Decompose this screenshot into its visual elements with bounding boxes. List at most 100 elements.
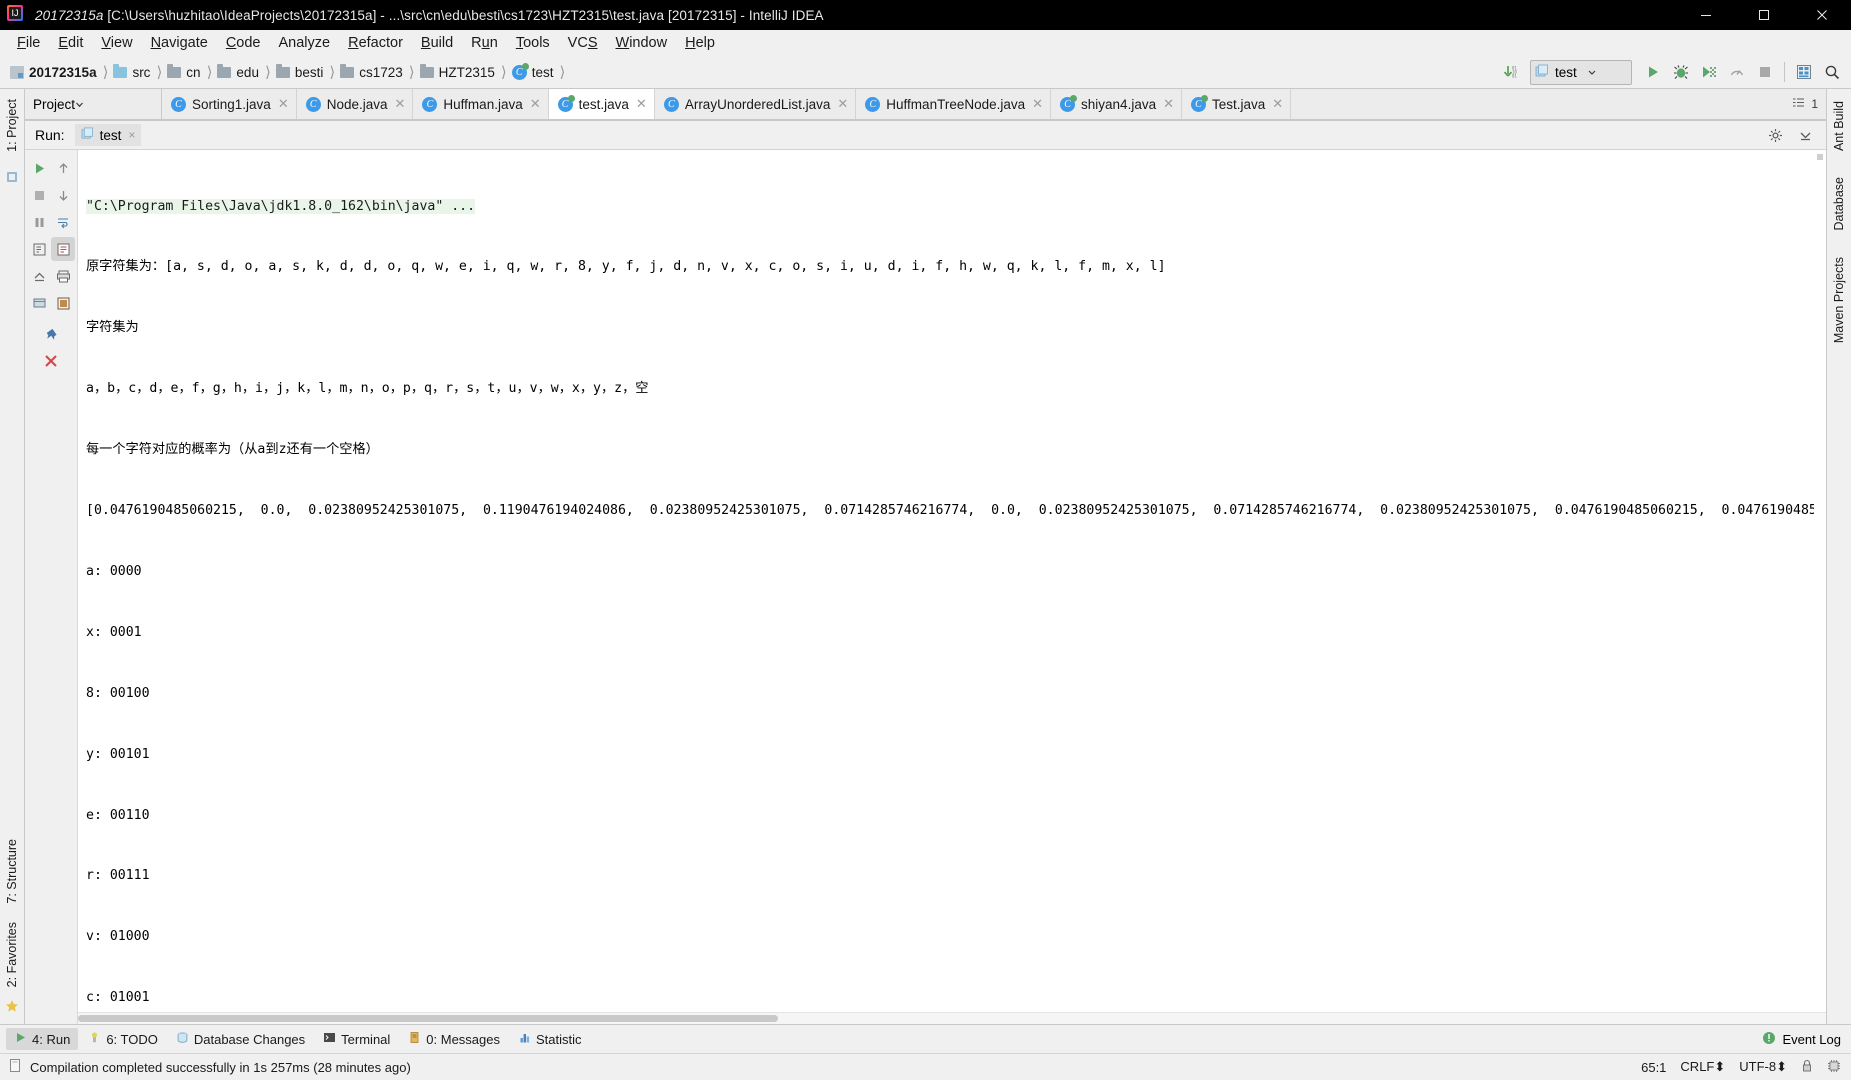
bottom-tab-database-changes[interactable]: Database Changes	[168, 1028, 313, 1050]
line-separator[interactable]: CRLF⬍	[1680, 1059, 1725, 1075]
scrollbar-thumb[interactable]	[78, 1015, 778, 1022]
breadcrumb-item-module[interactable]: 20172315a	[8, 65, 99, 80]
layout-icon[interactable]	[1791, 59, 1817, 85]
menu-edit[interactable]: Edit	[49, 32, 92, 54]
console-horizontal-scrollbar[interactable]	[78, 1012, 1826, 1024]
bottom-tab-terminal[interactable]: Terminal	[315, 1028, 398, 1050]
menu-run[interactable]: Run	[462, 32, 507, 54]
java-class-icon: C	[557, 94, 575, 112]
close-icon[interactable]: ✕	[278, 96, 289, 112]
close-icon[interactable]: ✕	[1272, 96, 1283, 112]
event-log-label[interactable]: Event Log	[1782, 1032, 1841, 1047]
project-tool-window-tab[interactable]: Project	[25, 89, 162, 119]
close-icon[interactable]: ✕	[395, 96, 406, 112]
tab-huffmantreenode-java[interactable]: C HuffmanTreeNode.java ✕	[856, 89, 1052, 119]
maximize-button[interactable]	[1735, 0, 1793, 30]
scroll-to-end-icon[interactable]	[27, 237, 51, 261]
run-with-coverage-icon[interactable]	[1696, 59, 1722, 85]
sidebar-item-favorites[interactable]: 2: Favorites	[2, 916, 22, 993]
run-icon[interactable]	[1640, 59, 1666, 85]
chevron-down-icon[interactable]	[75, 97, 84, 112]
update-project-icon[interactable]: 01 10 01	[1498, 59, 1524, 85]
close-icon[interactable]: ✕	[636, 96, 647, 112]
run-configuration-selector[interactable]: test	[1530, 59, 1632, 85]
run-config-icon	[81, 127, 94, 143]
console-output[interactable]: "C:\Program Files\Java\jdk1.8.0_162\bin\…	[78, 150, 1826, 1024]
status-indicator-icon[interactable]	[8, 1058, 22, 1076]
menu-file[interactable]: File	[8, 32, 49, 54]
print-console-icon[interactable]	[51, 237, 75, 261]
close-icon[interactable]: ✕	[530, 96, 541, 112]
sidebar-item-maven-projects[interactable]: Maven Projects	[1829, 251, 1849, 349]
tab-test-capital-java[interactable]: C Test.java ✕	[1182, 89, 1292, 119]
print-icon[interactable]	[51, 264, 75, 288]
sidebar-item-database[interactable]: Database	[1829, 171, 1849, 237]
favorites-star-icon[interactable]	[5, 170, 19, 187]
close-icon[interactable]: ×	[128, 128, 135, 142]
memory-indicator-icon[interactable]	[1827, 1059, 1841, 1076]
chevron-down-icon[interactable]	[1587, 65, 1597, 80]
clear-all-icon[interactable]	[39, 349, 63, 373]
gear-icon[interactable]	[1762, 122, 1788, 148]
sidebar-item-structure[interactable]: 7: Structure	[2, 833, 22, 910]
scroll-up-icon[interactable]	[51, 156, 75, 180]
left-strip-top: 1: Project	[2, 93, 22, 187]
folder-icon	[217, 63, 232, 78]
scroll-down-icon[interactable]	[51, 183, 75, 207]
tab-arrayunorderedlist-java[interactable]: C ArrayUnorderedList.java ✕	[654, 89, 857, 119]
tab-sorting1-java[interactable]: C Sorting1.java ✕	[162, 89, 297, 119]
breadcrumb-item-besti[interactable]: besti	[274, 63, 326, 80]
dump-threads-icon[interactable]	[27, 291, 51, 315]
menu-code[interactable]: Code	[217, 32, 270, 54]
read-only-lock-icon[interactable]	[1801, 1059, 1813, 1076]
menu-build[interactable]: Build	[412, 32, 462, 54]
sidebar-item-project[interactable]: 1: Project	[2, 93, 22, 158]
todo-icon	[88, 1031, 101, 1047]
menu-help[interactable]: Help	[676, 32, 724, 54]
toggle-icon[interactable]	[51, 291, 75, 315]
bottom-tab-statistic[interactable]: Statistic	[510, 1028, 590, 1050]
caret-position[interactable]: 65:1	[1641, 1060, 1666, 1075]
close-icon[interactable]: ✕	[1163, 96, 1174, 112]
file-encoding[interactable]: UTF-8⬍	[1739, 1059, 1787, 1075]
pin-icon[interactable]	[39, 322, 63, 346]
breadcrumb-item-cn[interactable]: cn	[165, 63, 202, 80]
debug-icon[interactable]	[1668, 59, 1694, 85]
tab-shiyan4-java[interactable]: C shiyan4.java ✕	[1051, 89, 1182, 119]
tab-huffman-java[interactable]: C Huffman.java ✕	[413, 89, 549, 119]
bottom-tab-run[interactable]: 4: Run	[6, 1028, 79, 1050]
favorites-bottom-star-icon[interactable]	[5, 999, 19, 1016]
minimize-button[interactable]	[1677, 0, 1735, 30]
hide-window-icon[interactable]	[1792, 122, 1818, 148]
menu-refactor[interactable]: Refactor	[339, 32, 412, 54]
close-icon[interactable]: ✕	[837, 96, 848, 112]
menu-tools[interactable]: Tools	[507, 32, 559, 54]
menu-view[interactable]: View	[92, 32, 141, 54]
tab-list-icon[interactable]	[1792, 96, 1808, 112]
breadcrumb-item-cs1723[interactable]: cs1723	[338, 63, 405, 80]
breadcrumb-item-src[interactable]: src	[111, 63, 152, 80]
rerun-icon[interactable]	[27, 156, 51, 180]
console-vertical-scrollbar[interactable]	[1814, 150, 1826, 1013]
bottom-tab-messages[interactable]: 0: Messages	[400, 1028, 508, 1050]
menu-analyze[interactable]: Analyze	[270, 32, 340, 54]
breadcrumb-item-hzt2315[interactable]: HZT2315	[418, 63, 497, 80]
menu-navigate[interactable]: Navigate	[142, 32, 217, 54]
run-window-title: Run:	[35, 127, 65, 143]
main-toolbar-actions: 01 10 01 test	[1498, 59, 1851, 85]
soft-wrap-icon[interactable]	[51, 210, 75, 234]
search-everywhere-icon[interactable]	[1819, 59, 1845, 85]
up-stack-icon[interactable]	[27, 264, 51, 288]
tab-label: ArrayUnorderedList.java	[684, 96, 831, 112]
tab-node-java[interactable]: C Node.java ✕	[296, 89, 414, 119]
bottom-tab-todo[interactable]: 6: TODO	[80, 1028, 166, 1050]
breadcrumb-item-test-class[interactable]: C test	[510, 62, 556, 80]
menu-vcs[interactable]: VCS	[559, 32, 607, 54]
breadcrumb-item-edu[interactable]: edu	[215, 63, 261, 80]
menu-window[interactable]: Window	[607, 32, 677, 54]
sidebar-item-ant-build[interactable]: Ant Build	[1829, 95, 1849, 157]
run-tab-test[interactable]: test ×	[74, 124, 142, 146]
close-button[interactable]	[1793, 0, 1851, 30]
close-icon[interactable]: ✕	[1032, 96, 1043, 112]
tab-test-java[interactable]: C test.java ✕	[548, 89, 655, 119]
